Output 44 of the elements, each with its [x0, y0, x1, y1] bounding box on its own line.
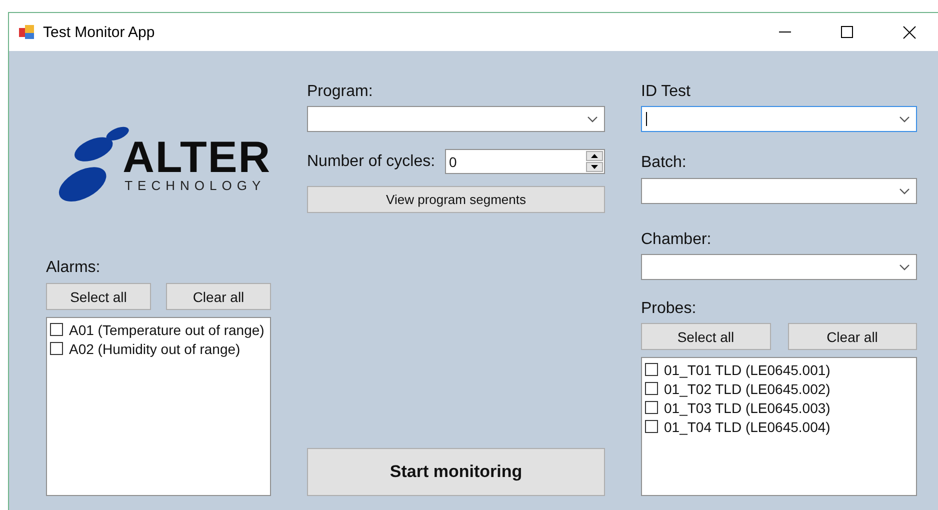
chamber-label: Chamber: — [641, 230, 712, 249]
checkbox-item[interactable]: A02 (Humidity out of range) — [50, 339, 267, 358]
select-all-button[interactable]: Select all — [46, 283, 151, 310]
probes-label: Probes: — [641, 299, 698, 318]
chevron-down-icon — [899, 264, 910, 270]
checkbox-item[interactable]: 01_T04 TLD (LE0645.004) — [645, 417, 913, 436]
start-monitoring-button[interactable]: Start monitoring — [307, 448, 605, 496]
checkbox[interactable] — [645, 401, 658, 414]
checkbox[interactable] — [50, 342, 63, 355]
maximize-icon — [841, 26, 853, 38]
close-icon — [902, 26, 916, 38]
dropdown-field[interactable] — [641, 106, 917, 132]
spin-down-icon[interactable] — [586, 162, 603, 172]
text-cursor — [646, 112, 647, 126]
alarms-label: Alarms: — [46, 258, 102, 277]
checkbox-item[interactable]: 01_T02 TLD (LE0645.002) — [645, 379, 913, 398]
cycles-spinner[interactable]: 0 — [445, 149, 605, 174]
chevron-down-icon — [899, 188, 910, 194]
app-icon — [19, 24, 35, 40]
chevron-down-icon — [899, 116, 910, 122]
dropdown-field[interactable] — [307, 106, 605, 132]
minimize-icon — [779, 31, 791, 33]
spin-up-icon[interactable] — [586, 151, 603, 161]
dropdown-field[interactable] — [641, 178, 917, 204]
logo-tagline: TECHNOLOGY — [124, 178, 267, 194]
checkbox-item[interactable]: 01_T01 TLD (LE0645.001) — [645, 360, 913, 379]
clear-all-button[interactable]: Clear all — [166, 283, 271, 310]
program-label: Program: — [307, 82, 374, 101]
checkbox[interactable] — [645, 382, 658, 395]
checkbox[interactable] — [645, 363, 658, 376]
window-title: Test Monitor App — [43, 24, 156, 40]
checkbox[interactable] — [645, 420, 658, 433]
batch-label: Batch: — [641, 153, 688, 172]
logo-text: ALTER — [122, 138, 271, 178]
id-test-label: ID Test — [641, 82, 692, 101]
clear-all-button[interactable]: Clear all — [788, 323, 917, 350]
select-all-button[interactable]: Select all — [641, 323, 770, 350]
chevron-down-icon — [587, 116, 598, 122]
cycles-label: Number of cycles: — [307, 152, 436, 171]
dropdown-field[interactable] — [641, 254, 917, 280]
view-segments-button[interactable]: View program segments — [307, 186, 605, 213]
checkbox[interactable] — [50, 323, 63, 336]
checkbox-item[interactable]: A01 (Temperature out of range) — [50, 320, 267, 339]
checkbox-item[interactable]: 01_T03 TLD (LE0645.003) — [645, 398, 913, 417]
